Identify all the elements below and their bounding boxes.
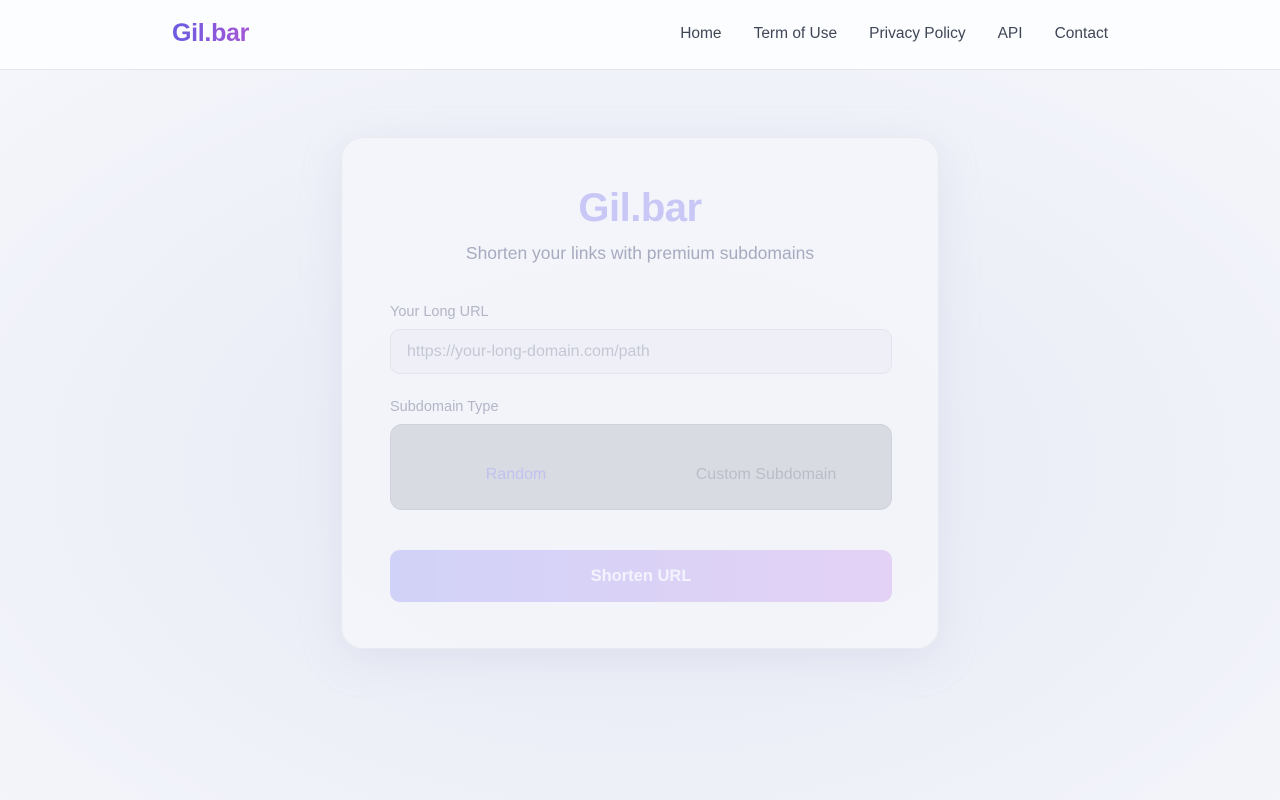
nav-terms-of-use[interactable]: Term of Use	[754, 25, 838, 43]
card-title: Gil.bar	[578, 186, 702, 230]
shorten-url-button[interactable]: Shorten URL	[390, 550, 892, 602]
site-header: Gil.bar Home Term of Use Privacy Policy …	[0, 0, 1280, 70]
option-custom-subdomain[interactable]: Custom Subdomain	[641, 425, 891, 509]
card-subtitle: Shorten your links with premium subdomai…	[465, 243, 815, 263]
nav-api[interactable]: API	[998, 25, 1023, 43]
subdomain-type-toggle: Random Custom Subdomain	[390, 424, 892, 510]
long-url-input[interactable]	[390, 329, 892, 374]
nav-contact[interactable]: Contact	[1055, 25, 1108, 43]
option-random[interactable]: Random	[391, 425, 641, 509]
main-nav: Home Term of Use Privacy Policy API Cont…	[680, 25, 1108, 43]
nav-home[interactable]: Home	[680, 25, 721, 43]
subdomain-type-label: Subdomain Type	[390, 399, 499, 415]
site-logo[interactable]: Gil.bar	[172, 19, 249, 48]
url-label: Your Long URL	[390, 304, 489, 320]
nav-privacy-policy[interactable]: Privacy Policy	[869, 25, 965, 43]
shortener-card: Gil.bar Shorten your links with premium …	[341, 137, 939, 649]
